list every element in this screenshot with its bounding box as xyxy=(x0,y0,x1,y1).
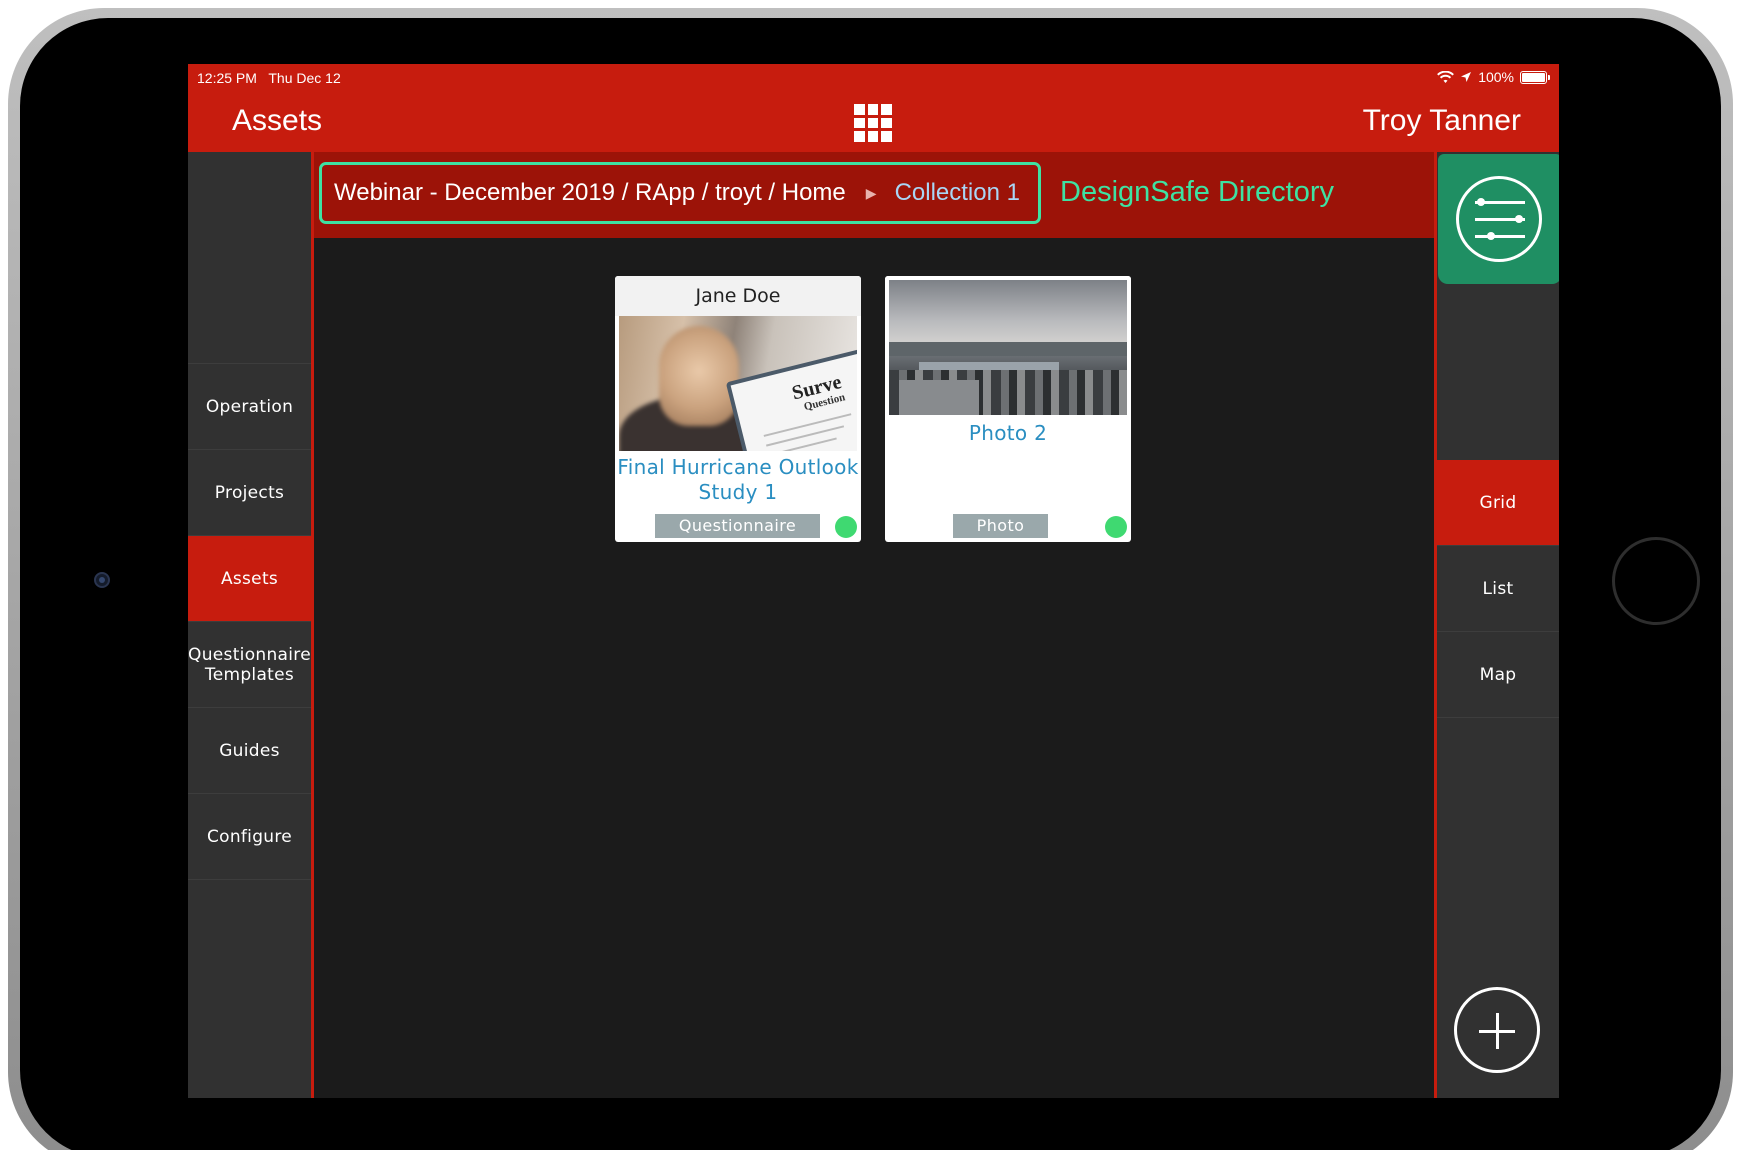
sidebar-item-operation[interactable]: Operation xyxy=(188,364,311,450)
sidebar-spacer xyxy=(188,152,311,364)
sliders-filter-icon xyxy=(1456,176,1542,262)
asset-thumbnail: Surve Question xyxy=(619,316,857,451)
view-map[interactable]: Map xyxy=(1437,632,1559,718)
breadcrumb-path[interactable]: Webinar - December 2019 / RApp / troyt /… xyxy=(334,179,846,207)
asset-title: Final Hurricane Outlook Study 1 xyxy=(617,455,859,504)
status-bar: 12:25 PM Thu Dec 12 100% xyxy=(188,64,1559,90)
camera-icon xyxy=(94,572,110,588)
asset-type-badge: Photo xyxy=(953,514,1048,538)
triangle-right-icon: ▶ xyxy=(865,184,877,201)
status-date: Thu Dec 12 xyxy=(268,70,341,86)
battery-icon xyxy=(1520,70,1550,84)
asset-thumbnail xyxy=(889,280,1127,415)
designsafe-annotation: DesignSafe Directory xyxy=(1060,176,1334,208)
location-arrow-icon xyxy=(1461,72,1472,82)
home-button[interactable] xyxy=(1612,537,1700,625)
sidebar-item-assets[interactable]: Assets xyxy=(188,536,311,622)
breadcrumb-bar: Webinar - December 2019 / RApp / troyt /… xyxy=(314,152,1434,238)
status-indicator xyxy=(1105,516,1127,538)
wifi-icon xyxy=(1437,70,1455,83)
sidebar-item-projects[interactable]: Projects xyxy=(188,450,311,536)
user-name[interactable]: Troy Tanner xyxy=(1363,104,1521,138)
sidebar-item-label: Questionnaire Templates xyxy=(188,644,311,685)
breadcrumb: Webinar - December 2019 / RApp / troyt /… xyxy=(319,162,1041,224)
status-clock: 12:25 PM xyxy=(197,70,257,86)
nav-bar: Assets Troy Tanner xyxy=(188,90,1559,152)
asset-type-badge: Questionnaire xyxy=(655,514,820,538)
status-right: 100% xyxy=(1437,69,1550,85)
asset-card[interactable]: Photo 2 Photo xyxy=(885,276,1131,542)
page-title: Assets xyxy=(232,104,323,137)
asset-owner: Jane Doe xyxy=(615,276,861,316)
view-rail: Grid List Map xyxy=(1434,152,1559,1098)
filter-button[interactable] xyxy=(1438,154,1559,284)
breadcrumb-current[interactable]: Collection 1 xyxy=(895,179,1020,207)
plus-circle-icon[interactable] xyxy=(1454,987,1540,1073)
status-time: 12:25 PM Thu Dec 12 xyxy=(197,70,341,86)
status-indicator xyxy=(835,516,857,538)
asset-title: Photo 2 xyxy=(968,421,1048,445)
sidebar: Operation Projects Assets Questionnaire … xyxy=(188,152,314,1098)
battery-percent: 100% xyxy=(1478,69,1514,85)
app-screen: 12:25 PM Thu Dec 12 100% Assets Troy Tan… xyxy=(188,64,1559,1098)
view-grid[interactable]: Grid xyxy=(1437,460,1559,546)
view-list[interactable]: List xyxy=(1437,546,1559,632)
sidebar-item-guides[interactable]: Guides xyxy=(188,708,311,794)
sidebar-item-questionnaire-templates[interactable]: Questionnaire Templates xyxy=(188,622,311,708)
asset-card[interactable]: Jane Doe Surve Question Final Hurricane … xyxy=(615,276,861,542)
sidebar-item-configure[interactable]: Configure xyxy=(188,794,311,880)
grid-menu-icon[interactable] xyxy=(854,104,892,142)
asset-grid: Jane Doe Surve Question Final Hurricane … xyxy=(314,238,1434,1098)
